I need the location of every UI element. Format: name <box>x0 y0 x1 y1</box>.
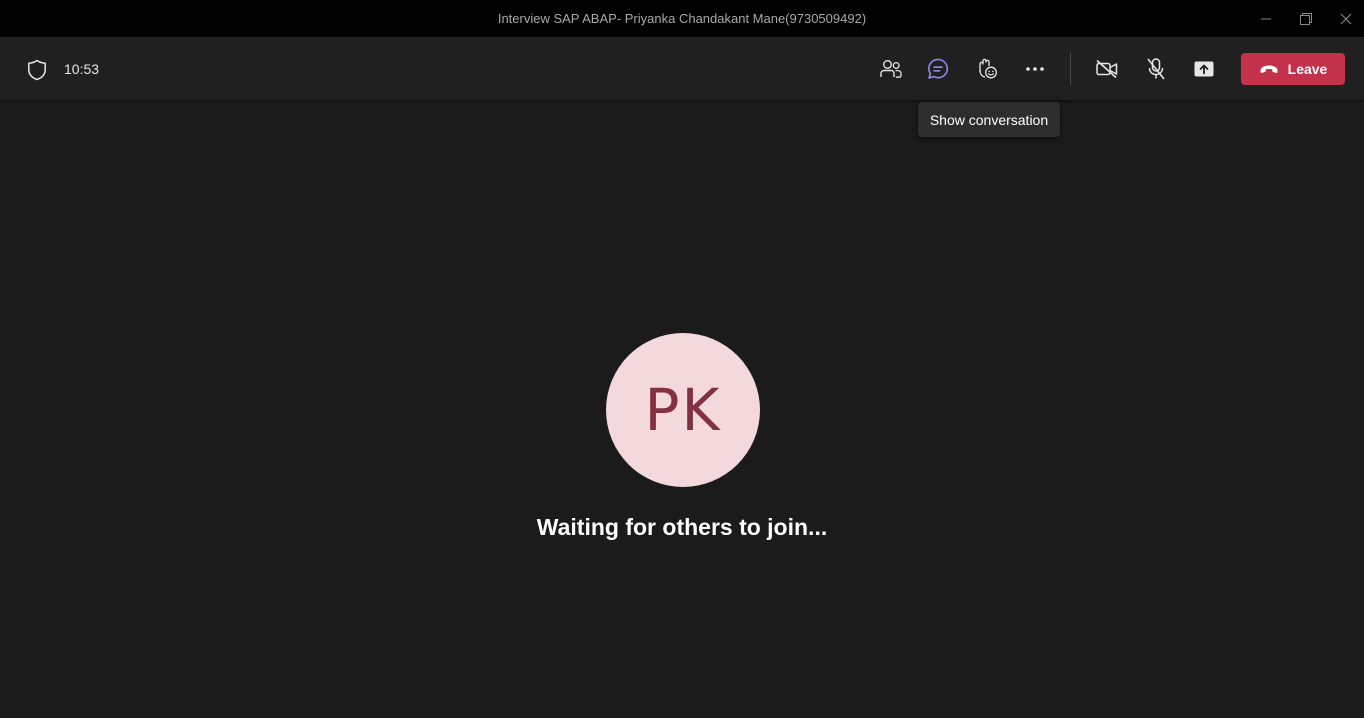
camera-toggle-button[interactable] <box>1089 52 1125 86</box>
toolbar-divider <box>1070 53 1071 85</box>
meeting-security-button[interactable] <box>24 57 50 83</box>
leave-button[interactable]: Leave <box>1241 53 1345 85</box>
close-button[interactable] <box>1326 0 1364 38</box>
meeting-timer: 10:53 <box>64 61 100 77</box>
hang-up-icon <box>1260 65 1278 73</box>
title-bar: Interview SAP ABAP- Priyanka Chandakant … <box>0 0 1364 38</box>
more-icon <box>1026 67 1044 71</box>
close-icon <box>1340 13 1352 25</box>
restore-button[interactable] <box>1286 0 1326 38</box>
window-title: Interview SAP ABAP- Priyanka Chandakant … <box>497 11 867 26</box>
tooltip-text: Show conversation <box>929 111 1049 128</box>
mic-toggle-button[interactable] <box>1138 52 1174 86</box>
waiting-message: Waiting for others to join... <box>536 514 828 540</box>
people-icon <box>880 60 902 78</box>
mic-off-icon <box>1147 58 1165 80</box>
leave-label: Leave <box>1287 61 1328 77</box>
minimize-button[interactable] <box>1246 0 1286 38</box>
more-actions-button[interactable] <box>1017 52 1053 86</box>
reactions-button[interactable] <box>969 52 1005 86</box>
camera-off-icon <box>1096 59 1118 79</box>
share-content-button[interactable] <box>1186 52 1222 86</box>
meeting-toolbar: 10:53 Leave <box>0 38 1364 100</box>
chat-icon <box>928 58 949 79</box>
restore-icon <box>1300 13 1312 25</box>
participant-avatar: PK <box>606 333 760 487</box>
reactions-icon <box>979 58 997 79</box>
show-conversation-tooltip: Show conversation <box>918 102 1060 137</box>
minimize-icon <box>1261 18 1271 20</box>
avatar-initials: PK <box>644 376 722 444</box>
show-conversation-button[interactable] <box>920 52 956 86</box>
participants-button[interactable] <box>873 52 909 86</box>
shield-icon <box>28 59 46 81</box>
share-tray-icon <box>1194 61 1214 77</box>
